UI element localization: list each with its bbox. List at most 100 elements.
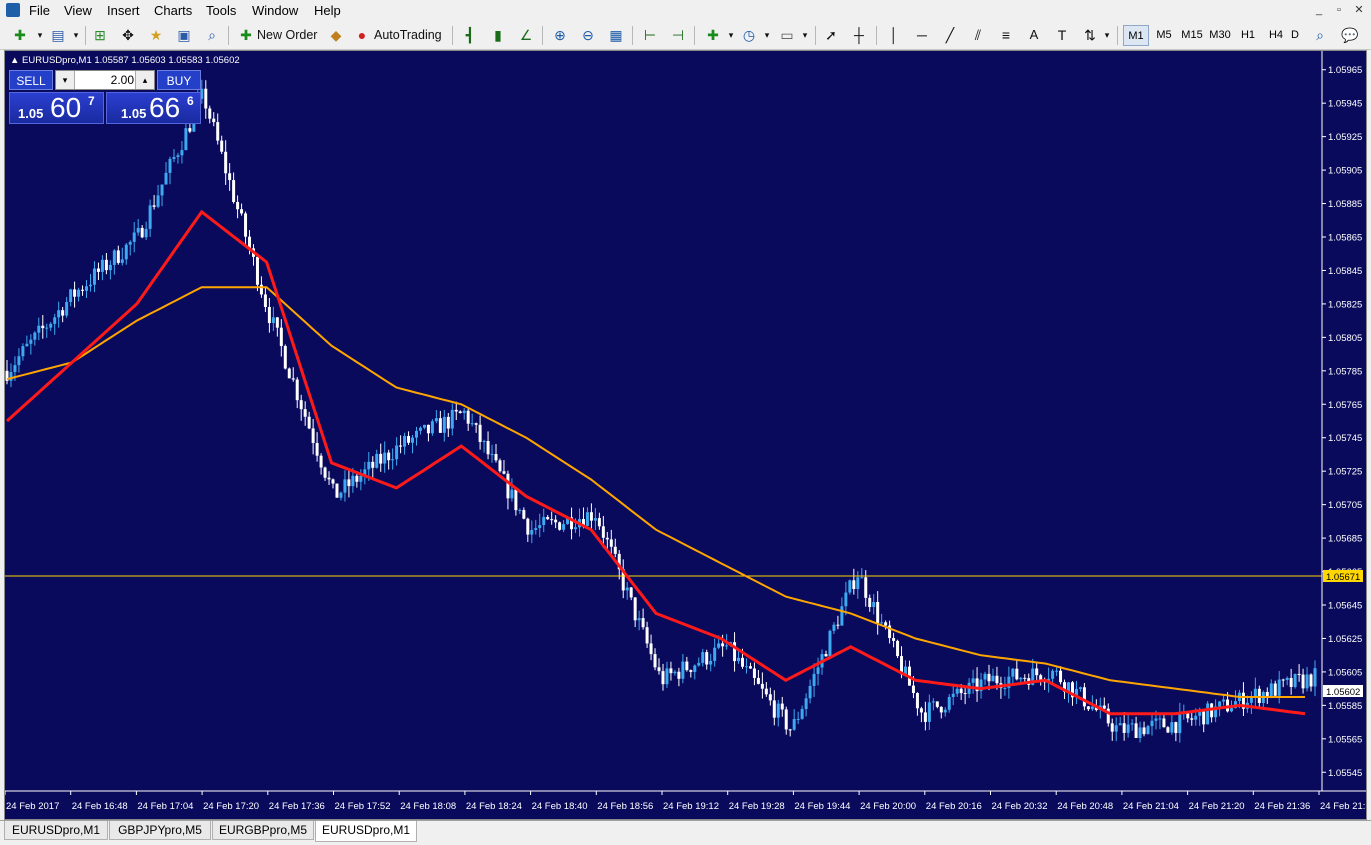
minimize-button[interactable]: _ [1310,3,1328,18]
candle-body [721,643,725,647]
new-order-button[interactable]: New Order [257,25,317,45]
timeframe-h1[interactable]: H1 [1235,25,1261,46]
sell-price[interactable]: 1.05 60 7 [9,92,104,124]
chart-shift-icon[interactable]: ⊢ [640,25,660,45]
candle-body [1277,679,1281,696]
equidistant-channel-icon[interactable]: ⫽ [968,25,988,45]
timeframe-m15[interactable]: M15 [1179,25,1205,46]
line-chart-icon[interactable]: ∠ [516,25,536,45]
timeframe-m1[interactable]: M1 [1123,25,1149,46]
menu-file[interactable]: File [29,3,50,18]
candle-body [220,140,224,152]
dropdown-arrow-icon[interactable]: ▾ [795,25,815,45]
vertical-line-icon[interactable]: │ [884,25,904,45]
menu-charts[interactable]: Charts [154,3,192,18]
price-axis: 1.05965 1.05945 1.05925 1.05905 1.05885 1.058… [1322,65,1362,779]
menu-help[interactable]: Help [314,3,341,18]
terminal-icon[interactable]: ▣ [174,25,194,45]
volume-down-icon[interactable]: ▾ [56,71,75,89]
candle-body [725,645,729,647]
menu-view[interactable]: View [64,3,92,18]
candle-body [836,624,840,626]
candle-body [824,654,828,657]
candle-body [848,580,852,593]
autotrading-icon[interactable]: ● [352,25,372,45]
timeframe-m30[interactable]: M30 [1207,25,1233,46]
bar-chart-icon[interactable]: ┫ [460,25,480,45]
fibonacci-icon[interactable]: ≡ [996,25,1016,45]
cursor-icon[interactable]: ➚ [821,25,841,45]
profiles-icon[interactable]: ▤ [48,25,68,45]
navigator-icon[interactable]: ✥ [118,25,138,45]
candle-body [418,427,422,431]
timeframe-h4[interactable]: H4 [1263,25,1289,46]
price-tick-label: 1.05585 [1328,701,1362,712]
search-icon[interactable]: ⌕ [1310,25,1330,45]
candle-body [9,372,13,381]
periods-clock-icon[interactable]: ◷ [739,25,759,45]
candle-body [756,677,760,684]
time-tick-label: 24 Feb 17:04 [137,801,193,812]
new-order-icon[interactable]: ✚ [236,25,256,45]
buy-price-sup: 6 [187,94,194,108]
tester-icon[interactable]: ⌕ [202,25,222,45]
time-tick-label: 24 Feb 18:40 [532,801,588,812]
templates-icon[interactable]: ▭ [777,25,797,45]
volume-value[interactable]: 2.00 [76,71,134,89]
autoscroll-icon[interactable]: ⊣ [668,25,688,45]
candle-body [1285,677,1289,680]
market-watch-icon[interactable]: ⊞ [90,25,110,45]
text-icon[interactable]: A [1024,25,1044,45]
autotrading-button[interactable]: AutoTrading [374,25,442,45]
candle-body [1190,718,1194,720]
price-tick-label: 1.05825 [1328,299,1362,310]
indicators-icon[interactable]: ✚ [703,25,723,45]
menu-tools[interactable]: Tools [206,3,236,18]
dropdown-arrow-icon[interactable]: ▾ [721,25,741,45]
tab-eurusdpro-m1-first[interactable]: EURUSDpro,M1 [4,821,108,840]
candle-body [593,518,597,521]
dropdown-arrow-icon[interactable]: ▾ [66,25,86,45]
menu-insert[interactable]: Insert [107,3,140,18]
candle-body [689,670,693,672]
tab-eurgbppro-m5[interactable]: EURGBPpro,M5 [212,821,314,840]
text-label-icon[interactable]: T [1052,25,1072,45]
close-button[interactable]: ✕ [1350,3,1368,18]
tab-eurusdpro-m1-active[interactable]: EURUSDpro,M1 [315,821,417,842]
dropdown-arrow-icon[interactable]: ▾ [1097,25,1117,45]
tab-gbpjpypro-m5[interactable]: GBPJPYpro,M5 [109,821,211,840]
candle-body [224,151,228,174]
buy-price[interactable]: 1.05 66 6 [106,92,201,124]
sell-button[interactable]: SELL [9,70,53,90]
menu-window[interactable]: Window [252,3,298,18]
buy-button[interactable]: BUY [157,70,201,90]
chat-icon[interactable]: 💬 [1340,25,1360,45]
price-tick-label: 1.05765 [1328,400,1362,411]
dropdown-arrow-icon[interactable]: ▾ [30,25,50,45]
new-chart-icon[interactable]: ✚ [10,25,30,45]
zoom-in-icon[interactable]: ⊕ [550,25,570,45]
volume-up-icon[interactable]: ▴ [135,71,154,89]
candlestick-icon[interactable]: ▮ [488,25,508,45]
chart-window[interactable]: 1.05965 1.05945 1.05925 1.05905 1.05885 1.058… [4,50,1367,820]
timeframe-d1[interactable]: D [1288,25,1302,46]
candle-body [1301,674,1305,689]
candle-body [1102,705,1106,709]
ma-slow-line [6,286,1305,698]
time-tick-label: 24 Feb 18:24 [466,801,522,812]
horizontal-line-icon[interactable]: ─ [912,25,932,45]
dropdown-arrow-icon[interactable]: ▾ [757,25,777,45]
favorites-icon[interactable]: ★ [146,25,166,45]
restore-button[interactable]: ▫ [1330,3,1348,18]
crosshair-icon[interactable]: ┼ [849,25,869,45]
trendline-icon[interactable]: ╱ [940,25,960,45]
candle-body [741,657,745,667]
metaeditor-icon[interactable]: ◆ [326,25,346,45]
candle-body [542,516,546,526]
tile-windows-icon[interactable]: ▦ [606,25,626,45]
zoom-out-icon[interactable]: ⊖ [578,25,598,45]
volume-field[interactable]: ▾ 2.00 ▴ [55,70,155,90]
candle-body [828,630,832,657]
price-chart[interactable]: 1.05965 1.05945 1.05925 1.05905 1.05885 1.058… [5,51,1366,819]
timeframe-m5[interactable]: M5 [1151,25,1177,46]
